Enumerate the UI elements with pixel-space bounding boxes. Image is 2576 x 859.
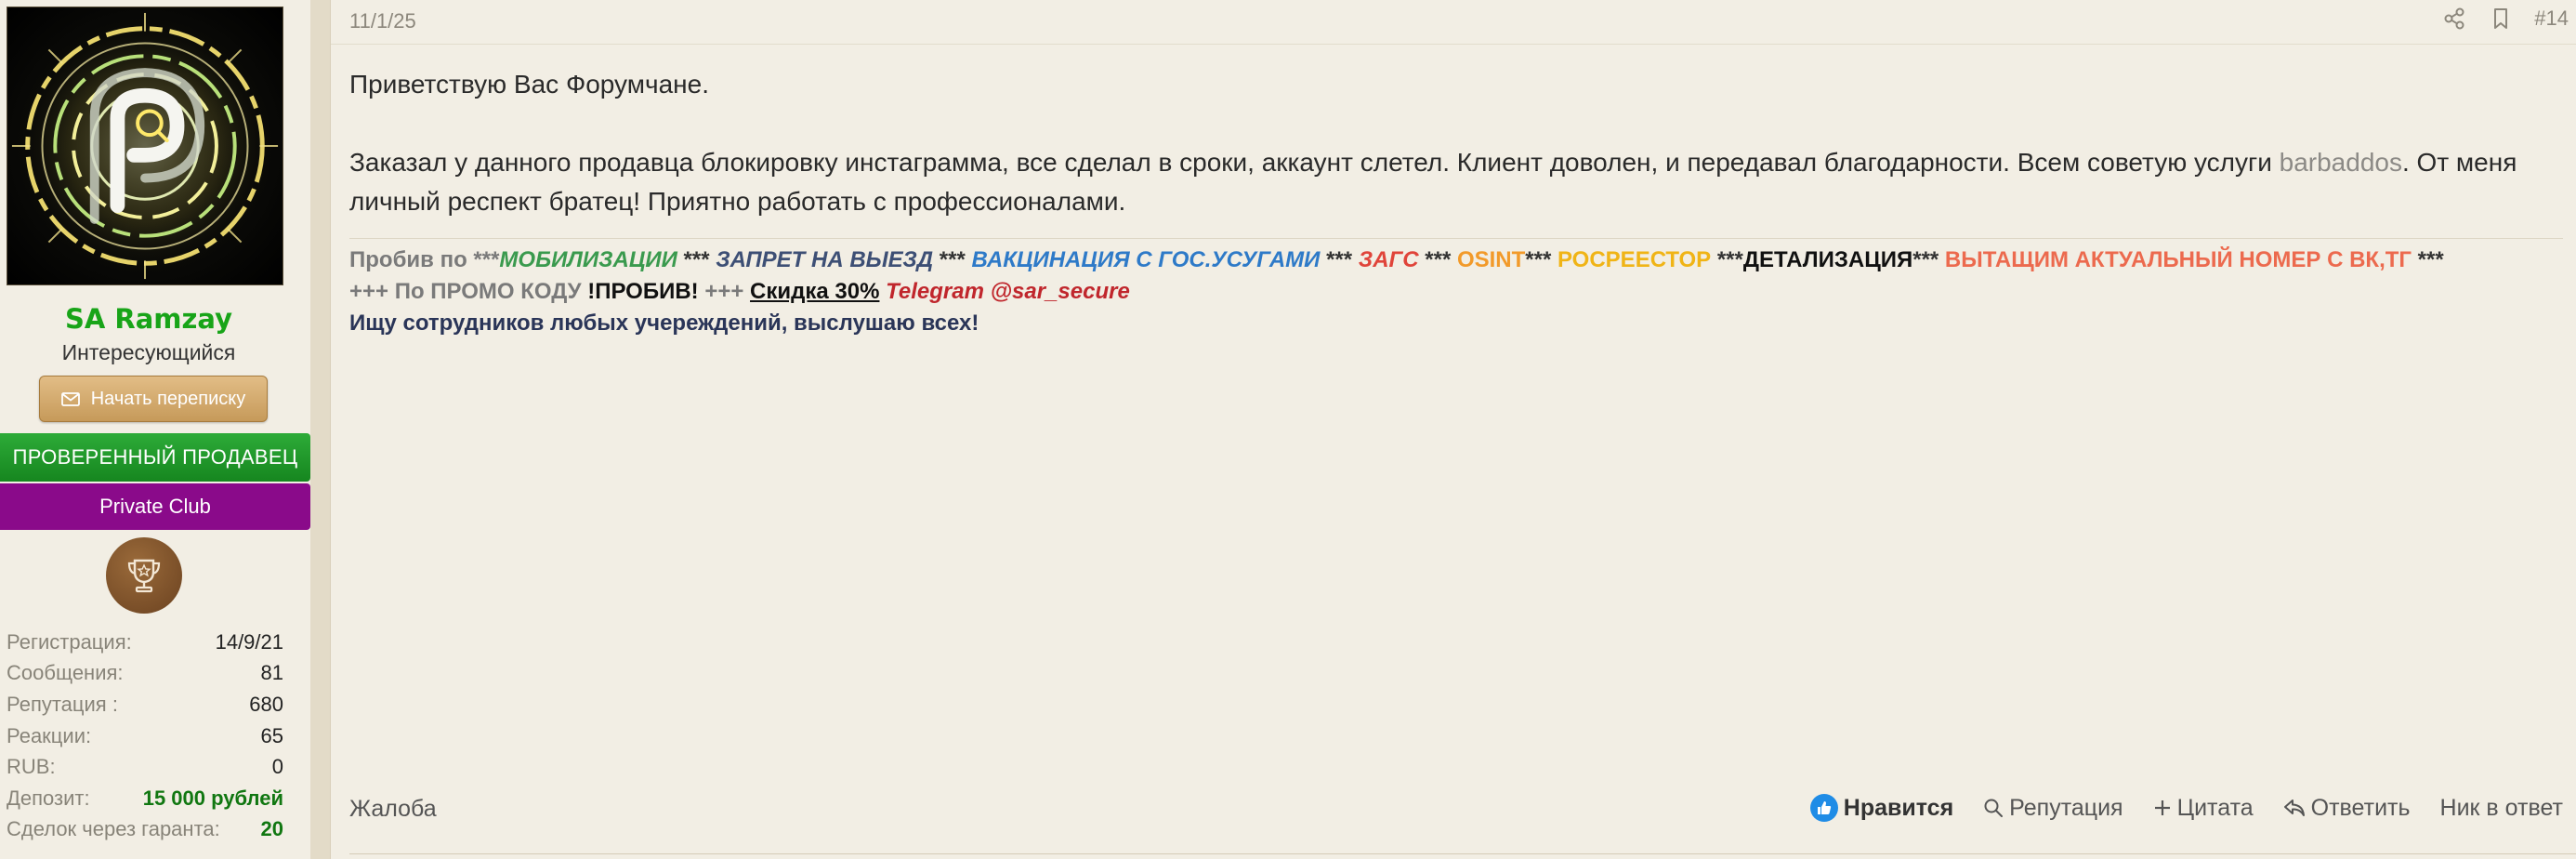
reputation-button[interactable]: Репутация <box>1983 795 2123 822</box>
quote-label: Цитата <box>2176 794 2254 821</box>
sig-text: Скидка 30% <box>750 279 880 304</box>
like-button[interactable]: Нравится <box>1809 794 1954 822</box>
post-paragraph: Заказал у данного продавца блокировку ин… <box>349 143 2567 221</box>
stat-label: Сделок через гаранта: <box>7 817 220 841</box>
stat-label: Репутация : <box>7 692 118 716</box>
like-label: Нравится <box>1843 794 1954 821</box>
sig-text: +++ <box>698 279 751 304</box>
stat-label: Депозит: <box>7 786 90 810</box>
post-text: Заказал у данного продавца блокировку ин… <box>349 148 2280 177</box>
bookmark-icon[interactable] <box>2488 6 2514 32</box>
nick-reply-label: Ник в ответ <box>2439 794 2563 821</box>
stat-reactions: Реакции: 65 <box>7 720 283 752</box>
post-actions: Нравится Репутация Цитата Ответить Ник в… <box>1809 794 2563 822</box>
post-header-actions: #14 <box>2441 6 2569 32</box>
post-header: 11/1/25 #14 <box>331 0 2576 45</box>
sig-text: *** <box>2412 247 2444 272</box>
plus-icon <box>2154 800 2170 815</box>
reputation-label: Репутация <box>2009 794 2123 821</box>
sig-text: ДЕТАЛИЗАЦИЯ <box>1742 247 1913 272</box>
post-date[interactable]: 11/1/25 <box>349 9 416 33</box>
stat-registration: Регистрация: 14/9/21 <box>7 627 283 658</box>
envelope-icon <box>60 391 80 406</box>
signature-line-3: Ищу сотрудников любых учереждений, выслу… <box>349 311 979 336</box>
signature-line-1: Пробив по ***МОБИЛИЗАЦИИ *** ЗАПРЕТ НА В… <box>349 244 2563 276</box>
stat-label: Регистрация: <box>7 629 132 654</box>
stat-value: 0 <box>271 755 283 779</box>
post-number[interactable]: #14 <box>2534 7 2569 31</box>
reply-label: Ответить <box>2310 794 2411 821</box>
user-title: Интересующийся <box>61 340 236 364</box>
sig-text: *** <box>677 247 716 272</box>
sig-text: ЗАПРЕТ НА ВЫЕЗД <box>716 247 934 272</box>
stat-label: RUB: <box>7 755 56 779</box>
stat-reputation: Репутация : 680 <box>7 689 283 720</box>
user-stats: Регистрация: 14/9/21 Сообщения: 81 Репут… <box>7 627 283 845</box>
sig-text: ВАКЦИНАЦИЯ С ГОС.УСУГАМИ <box>971 247 1321 272</box>
reply-icon <box>2283 800 2305 816</box>
sig-text: *** <box>1418 247 1457 272</box>
post-bottom-border <box>349 853 2576 859</box>
user-info-column: SA Ramzay Интересующийся Начать переписк… <box>0 0 310 859</box>
sig-text: МОБИЛИЗАЦИИ <box>499 247 677 272</box>
seller-link[interactable]: barbaddos <box>2280 148 2402 177</box>
sig-text: ЗАГС <box>1358 247 1419 272</box>
private-club-banner: Private Club <box>0 483 310 530</box>
sig-text: *** <box>1912 247 1945 272</box>
stat-label: Сообщения: <box>7 661 124 685</box>
stat-value: 680 <box>249 692 283 716</box>
stat-value: 14/9/21 <box>215 629 283 654</box>
verified-seller-banner: ПРОВЕРЕННЫЙ ПРОДАВЕЦ <box>0 433 310 482</box>
trophy-icon <box>127 559 161 593</box>
sig-text: *** <box>1711 247 1743 272</box>
post-footer: Жалоба Нравится Репутация Цитата Ответит… <box>331 790 2576 835</box>
stat-value: 65 <box>260 723 283 747</box>
signature-line-2: +++ По ПРОМО КОДУ !ПРОБИВ! +++ Скидка 30… <box>349 276 2563 308</box>
report-button[interactable]: Жалоба <box>349 796 437 823</box>
start-conversation-label: Начать переписку <box>90 388 246 409</box>
stat-value: 15 000 рублей <box>142 786 283 810</box>
post-body: Приветствую Вас Форумчане. Заказал у дан… <box>349 65 2567 221</box>
stat-label: Реакции: <box>7 723 92 747</box>
stat-rub: RUB: 0 <box>7 751 283 783</box>
forum-post: SA Ramzay Интересующийся Начать переписк… <box>0 0 2576 859</box>
sig-text: ВЫТАЩИМ АКТУАЛЬНЫЙ НОМЕР С ВК,ТГ <box>1944 247 2412 272</box>
column-divider <box>310 0 331 859</box>
post-greeting: Приветствую Вас Форумчане. <box>349 70 709 99</box>
sig-text: *** <box>1525 247 1557 272</box>
thumbs-up-icon <box>1809 794 1838 822</box>
stat-messages: Сообщения: 81 <box>7 658 283 690</box>
search-icon <box>1984 799 2004 817</box>
sig-text: Пробив по *** <box>349 247 500 272</box>
sig-text: РОСРЕЕСТОР <box>1557 247 1712 272</box>
avatar[interactable] <box>7 7 283 285</box>
start-conversation-button[interactable]: Начать переписку <box>39 376 268 422</box>
avatar-emblem-icon <box>11 12 279 280</box>
user-signature: Пробив по ***МОБИЛИЗАЦИИ *** ЗАПРЕТ НА В… <box>349 238 2563 339</box>
reply-button[interactable]: Ответить <box>2283 795 2411 822</box>
stat-guarantor-deals: Сделок через гаранта: 20 <box>7 814 283 846</box>
telegram-contact[interactable]: Telegram @sar_secure <box>886 279 1130 304</box>
sig-text: !ПРОБИВ! <box>587 279 699 304</box>
username[interactable]: SA Ramzay <box>0 303 297 335</box>
stat-deposit: Депозит: 15 000 рублей <box>7 783 283 814</box>
trophy-badge[interactable] <box>106 537 182 614</box>
stat-value[interactable]: 81 <box>261 661 283 685</box>
stat-value: 20 <box>260 817 283 841</box>
quote-button[interactable]: Цитата <box>2153 795 2254 822</box>
sig-text: *** <box>933 247 972 272</box>
sig-text: *** <box>1320 247 1359 272</box>
nick-reply-button[interactable]: Ник в ответ <box>2440 795 2563 822</box>
sig-text: +++ По ПРОМО КОДУ <box>349 279 588 304</box>
share-icon[interactable] <box>2441 6 2467 32</box>
sig-text: OSINT <box>1456 247 1526 272</box>
post-main: 11/1/25 #14 Приветствую Вас Форумчане. З… <box>331 0 2576 859</box>
